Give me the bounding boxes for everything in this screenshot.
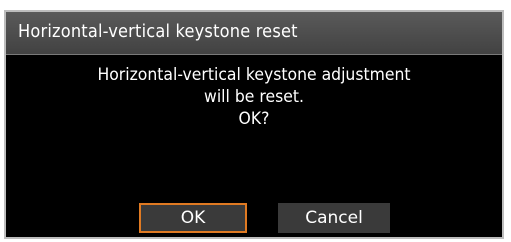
dialog-message: Horizontal-vertical keystone adjustment … — [26, 64, 482, 130]
message-line-3: OK? — [238, 109, 270, 129]
dialog-titlebar: Horizontal-vertical keystone reset — [6, 12, 502, 55]
keystone-reset-dialog: Horizontal-vertical keystone reset Horiz… — [4, 10, 504, 239]
dialog-title: Horizontal-vertical keystone reset — [18, 21, 298, 42]
ok-button[interactable]: OK — [139, 203, 247, 233]
message-line-1: Horizontal-vertical keystone adjustment — [97, 65, 411, 85]
message-line-2: will be reset. — [204, 87, 304, 107]
cancel-button[interactable]: Cancel — [278, 203, 390, 233]
